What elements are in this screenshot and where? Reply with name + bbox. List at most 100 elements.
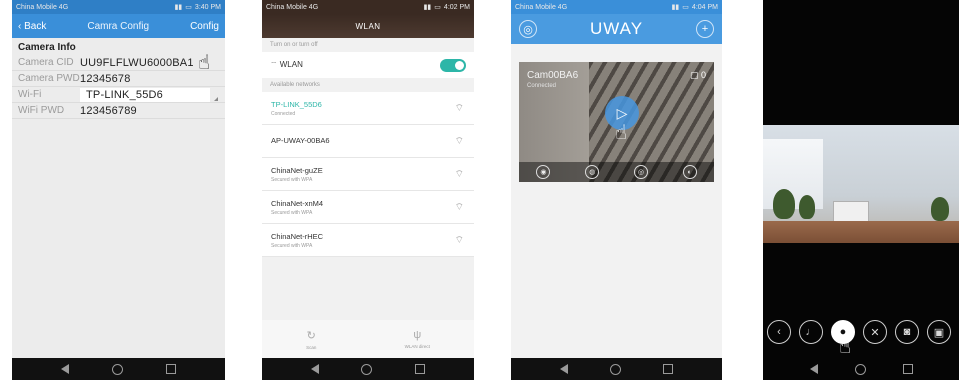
nav-home-icon[interactable] [111,363,123,375]
uway-camera-list-screen: China Mobile 4G ▮▮ ▭ 4:04 PM ◎ UWAY + Ca… [511,0,722,380]
signal-icon: ▮▮ [671,4,680,11]
battery-icon: ▭ [185,4,192,11]
pointer-hand-icon: ☝ [198,52,211,74]
app-title: UWAY [589,19,644,38]
network-item[interactable]: AP-UWAY-00BA6 ⌔ [262,125,474,158]
pointer-hand-icon: ☝ [839,336,852,358]
nav-back-icon[interactable] [311,364,320,374]
wifi-locked-icon: ⌔ [454,234,464,246]
clock-label: 3:40 PM [194,3,221,11]
back-icon[interactable]: ‹ [767,320,791,344]
info-row-wifi-pwd: WiFi PWD 123456789 [12,103,225,119]
nav-recents-icon[interactable] [663,364,673,374]
row-label: WiFi PWD [18,105,65,116]
wlan-direct-icon: ψ [413,329,422,341]
wlan-label: WLAN [279,60,303,69]
network-status: Secured with WPA [271,242,313,249]
camera-count: ▢ 0 [690,70,706,81]
wlan-label-group: ⌔ WLAN [270,60,303,70]
system-nav-bar [763,358,959,380]
row-label: Camera PWD [18,73,80,84]
battery-icon: ▭ [682,4,689,11]
wifi-icon: ⌔ [270,60,280,69]
carrier-label: China Mobile 4G [266,3,319,11]
back-button[interactable]: ‹ Back [18,21,46,32]
count-value: 0 [700,70,706,80]
wlan-screen: China Mobile 4G ▮▮ ▭ 4:02 PM WLAN Turn o… [262,0,474,380]
toggle-section-label: Turn on or turn off [270,42,318,48]
info-row-pwd: Camera PWD 12345678 [12,71,225,87]
live-video-screen: ‹ ♩ ● ✕ ◙ ▣ ☝ [763,0,959,380]
microphone-icon[interactable]: ◉ [536,165,551,179]
wlan-direct-label: WLAN direct [404,344,430,349]
app-title-bar: ‹ Back Camra Config Config [12,14,225,38]
nav-back-icon[interactable] [560,364,568,374]
microphone-icon[interactable]: ♩ [799,320,823,344]
info-row-cid: Camera CID UU9FLFLWU6000BA1 [12,55,225,71]
video-control-bar: ‹ ♩ ● ✕ ◙ ▣ [765,318,959,346]
back-label: Back [24,20,47,32]
network-item[interactable]: ChinaNet-guZE Secured with WPA ⌔ [262,158,474,191]
network-status: Secured with WPA [271,176,313,183]
settings-icon[interactable]: ◎ [519,20,537,38]
camera-card-controls: ◉ ◍ ◎ ◐ [519,162,714,182]
network-item[interactable]: TP-LINK_55D6 Connected ⌔ [262,92,474,125]
nav-back-icon[interactable] [809,364,818,374]
wifi-locked-icon: ⌔ [454,201,464,213]
video-desk [763,221,959,243]
nav-home-icon[interactable] [610,363,621,375]
alarm-icon[interactable]: ◍ [585,165,600,179]
row-value: UU9FLFLWU6000BA1 [80,56,194,69]
network-item[interactable]: ChinaNet-rHEC Secured with WPA ⌔ [262,224,474,257]
camera-card[interactable]: Cam00BA6 Connected ▢ 0 ▷ ◉ ◍ ◎ ◐ ☝ [519,62,714,182]
carrier-label: China Mobile 4G [16,3,69,11]
scan-label: Scan [306,344,317,350]
settings-icon[interactable]: ◎ [633,165,648,179]
status-bar: China Mobile 4G ▮▮ ▭ 3:40 PM [12,0,225,14]
page-title: WLAN [262,14,474,38]
video-plant [773,189,795,219]
network-name: ChinaNet-rHEC [271,231,324,241]
video-plant [799,195,815,219]
scan-button[interactable]: ↻ Scan [306,329,316,350]
nav-recents-icon[interactable] [902,364,913,374]
info-icon[interactable]: ◐ [682,165,697,179]
camera-pwd-field[interactable]: 12345678 [80,73,131,85]
wifi-select[interactable]: TP-LINK_55D6 [80,87,218,102]
mute-icon[interactable]: ✕ [863,320,887,344]
snapshot-icon[interactable]: ◙ [895,320,919,344]
record-icon[interactable]: ▣ [927,320,951,344]
camera-status: Connected [527,83,557,89]
wlan-toggle-row[interactable]: ⌔ WLAN [262,52,474,78]
page-title: Camra Config [87,20,150,32]
wifi-locked-icon: ⌔ [454,168,464,180]
network-item[interactable]: ChinaNet-xnM4 Secured with WPA ⌔ [262,191,474,224]
network-name: ChinaNet-guZE [271,165,323,175]
live-video-view[interactable] [763,125,959,243]
clock-label: 4:02 PM [443,3,470,11]
wifi-pwd-field[interactable]: 123456789 [80,105,137,117]
system-nav-bar [511,358,722,380]
network-name: ChinaNet-xnM4 [271,198,324,208]
section-title: Camera Info [18,42,76,53]
nav-home-icon[interactable] [361,363,373,375]
lock-icon: ▢ [689,70,701,80]
status-bar: China Mobile 4G ▮▮ ▭ 4:04 PM [511,0,722,14]
app-title-bar: ◎ UWAY + [511,14,722,44]
signal-icon: ▮▮ [423,4,432,11]
camera-name: Cam00BA6 [527,70,579,81]
system-nav-bar [262,358,474,380]
nav-back-icon[interactable] [61,364,70,374]
config-button[interactable]: Config [190,21,219,32]
nav-recents-icon[interactable] [165,364,176,374]
nav-recents-icon[interactable] [414,364,425,374]
available-networks-label: Available networks [270,82,320,88]
wlan-toggle[interactable] [440,58,466,72]
wifi-icon: ⌔ [454,135,464,147]
add-camera-icon[interactable]: + [695,20,714,38]
nav-home-icon[interactable] [854,363,866,375]
network-name: TP-LINK_55D6 [271,99,322,109]
wifi-locked-icon: ⌔ [454,102,464,114]
info-row-wifi: Wi-Fi TP-LINK_55D6 [12,87,225,103]
wlan-direct-button[interactable]: ψ WLAN direct [405,329,430,349]
